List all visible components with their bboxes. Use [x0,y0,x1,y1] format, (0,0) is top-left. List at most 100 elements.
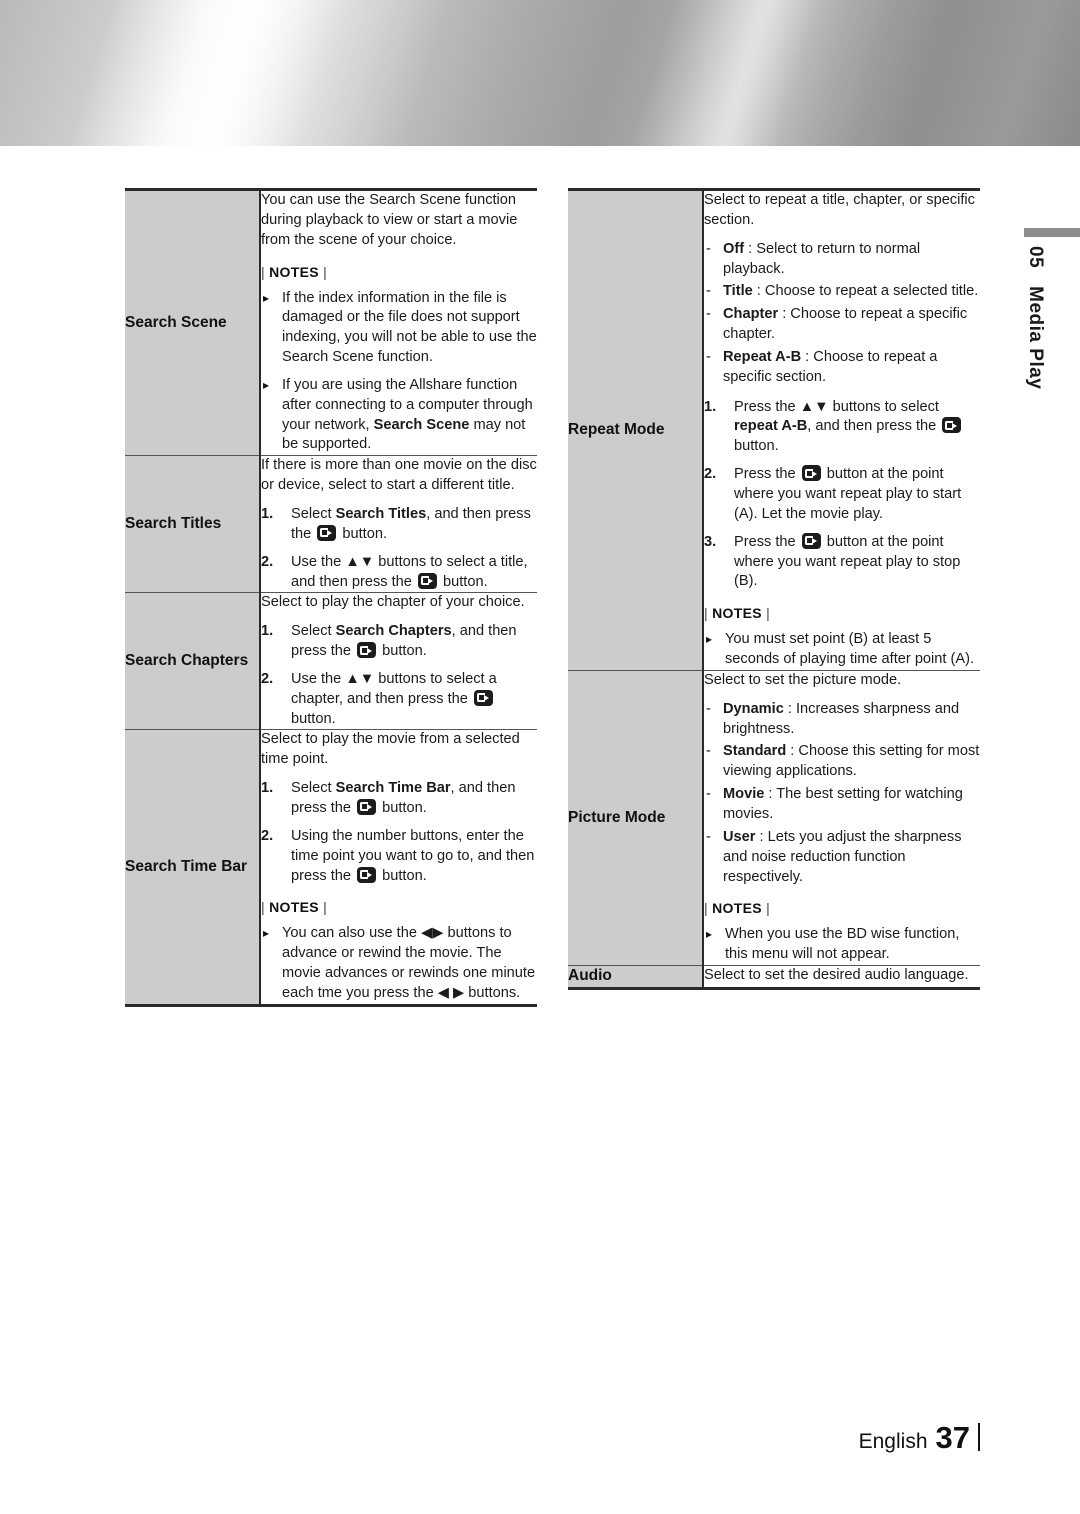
playback-options-table: Repeat Mode Select to repeat a title, ch… [568,188,980,990]
step-number: 2. [261,827,274,844]
row-label-audio: Audio [568,965,704,990]
row-body-search-chapters: Select to play the chapter of your choic… [260,592,537,731]
step-number: 1. [261,623,274,640]
table-row: Repeat Mode Select to repeat a title, ch… [568,188,980,671]
step-text: Press the ▲▼ buttons to select repeat A-… [734,399,963,454]
dash-icon: - [706,700,711,717]
notes-header: | NOTES | [704,900,771,917]
note-text: If you are using the Allshare function a… [282,376,533,453]
row-label-search-chapters: Search Chapters [125,592,261,731]
page-footer: English 37 [859,1420,980,1456]
table-row: Search Scene You can use the Search Scen… [125,187,537,457]
intro-text: Select to play the chapter of your choic… [261,594,525,611]
option-item: - Repeat A-B : Choose to repeat a specifi… [704,348,980,388]
table-row: Search Titles If there is more than one … [125,455,537,594]
dash-icon: - [706,306,711,323]
row-label-picture-mode: Picture Mode [568,669,704,967]
note-text: You can also use the ◀▶ buttons to advan… [282,925,536,1001]
enter-button-icon [473,689,493,706]
step-item: 1. Press the ▲▼ buttons to select repeat… [704,398,980,458]
notes-header: | NOTES | [704,605,771,622]
intro-text: Select to play the movie from a selected… [261,731,520,768]
bullet-triangle-icon: ▸ [263,926,270,941]
enter-button-icon [942,417,962,434]
enter-button-icon [357,866,377,883]
dash-icon: - [706,283,711,300]
option-term: Chapter [723,306,779,323]
dash-icon: - [706,828,711,845]
option-item: - Movie : The best setting for watching m… [704,785,980,825]
table-row: Search Chapters Select to play the chapt… [125,592,537,731]
search-options-table: Search Scene You can use the Search Scen… [125,187,537,1007]
step-item: 1. Select Search Titles, and then press … [261,505,537,545]
intro-text: Select to set the picture mode. [704,671,902,688]
step-item: 1. Select Search Time Bar, and then pres… [261,779,537,819]
notes-header: | NOTES | [261,263,328,280]
row-label-search-scene: Search Scene [125,187,261,457]
intro-text: Select to set the desired audio language… [704,967,969,984]
step-number: 1. [261,780,274,797]
enter-button-icon [317,524,337,541]
step-item: 2. Press the button at the point where y… [704,465,980,525]
note-item: ▸ When you use the BD wise function, this… [704,925,980,965]
bullet-triangle-icon: ▸ [706,927,713,942]
step-text: Press the button at the point where you … [734,465,962,522]
header-metallic-banner [0,0,1080,146]
dash-icon: - [706,240,711,257]
step-item: 2. Using the number buttons, enter the t… [261,827,537,887]
note-text: When you use the BD wise function, this … [725,926,960,963]
step-text: Select Search Time Bar, and then press t… [291,780,516,816]
row-label-repeat-mode: Repeat Mode [568,188,704,671]
step-number: 1. [704,398,717,415]
row-body-audio: Select to set the desired audio language… [703,965,980,990]
step-text: Use the ▲▼ buttons to select a chapter, … [291,670,497,727]
step-text: Select Search Chapters, and then press t… [291,623,517,660]
enter-button-icon [801,532,821,549]
step-text: Use the ▲▼ buttons to select a title, an… [291,553,528,590]
bullet-triangle-icon: ▸ [706,632,713,647]
step-item: 2. Use the ▲▼ buttons to select a chapte… [261,670,537,730]
chapter-tab-bar [1024,228,1080,237]
step-text: Press the button at the point where you … [734,532,961,590]
left-column: Search Scene You can use the Search Scen… [125,187,537,1007]
enter-button-icon [801,465,821,482]
step-item: 2. Use the ▲▼ buttons to select a title,… [261,553,537,593]
note-bold-term: Search Scene [373,416,470,433]
row-body-picture-mode: Select to set the picture mode. - Dynamic… [703,669,980,967]
row-body-search-scene: You can use the Search Scene function du… [260,187,537,457]
intro-text: Select to repeat a title, chapter, or sp… [704,192,975,228]
option-term: Standard [723,743,787,760]
row-body-repeat-mode: Select to repeat a title, chapter, or sp… [703,188,980,671]
note-item: ▸ If the index information in the file is… [261,289,537,368]
dash-icon: - [706,786,711,803]
footer-rule [978,1423,980,1451]
option-desc: : Choose to repeat a selected title. [752,283,979,300]
option-item: - Off : Select to return to normal playba… [704,240,980,280]
note-text: If the index information in the file is … [282,289,537,366]
bullet-triangle-icon: ▸ [263,377,270,392]
note-text: You must set point (B) at least 5 second… [725,631,975,668]
option-item: - Chapter : Choose to repeat a specific c… [704,305,980,345]
note-item: ▸ If you are using the Allshare function … [261,376,537,455]
option-item: - Title : Choose to repeat a selected tit… [704,282,980,302]
step-number: 3. [704,533,717,550]
enter-button-icon [357,798,377,815]
option-item: - Standard : Choose this setting for most… [704,742,980,782]
footer-language: English [858,1430,928,1453]
row-body-search-titles: If there is more than one movie on the d… [260,455,537,594]
dash-icon: - [706,348,711,365]
step-text: Select Search Titles, and then press the… [291,506,531,542]
enter-button-icon [357,642,377,659]
step-item: 3. Press the button at the point where y… [704,532,980,593]
step-number: 2. [261,670,274,687]
footer-page-number: 37 [935,1420,970,1455]
notes-header: | NOTES | [261,899,328,916]
row-label-search-titles: Search Titles [125,455,261,594]
intro-text: If there is more than one movie on the d… [261,457,537,494]
dash-icon: - [706,743,711,760]
option-term: Dynamic [723,700,784,717]
step-text: Using the number buttons, enter the time… [291,827,535,884]
row-body-search-time-bar: Select to play the movie from a selected… [260,729,537,1007]
option-term: User [723,828,756,845]
option-desc: : Lets you adjust the sharpness and nois… [723,828,962,885]
